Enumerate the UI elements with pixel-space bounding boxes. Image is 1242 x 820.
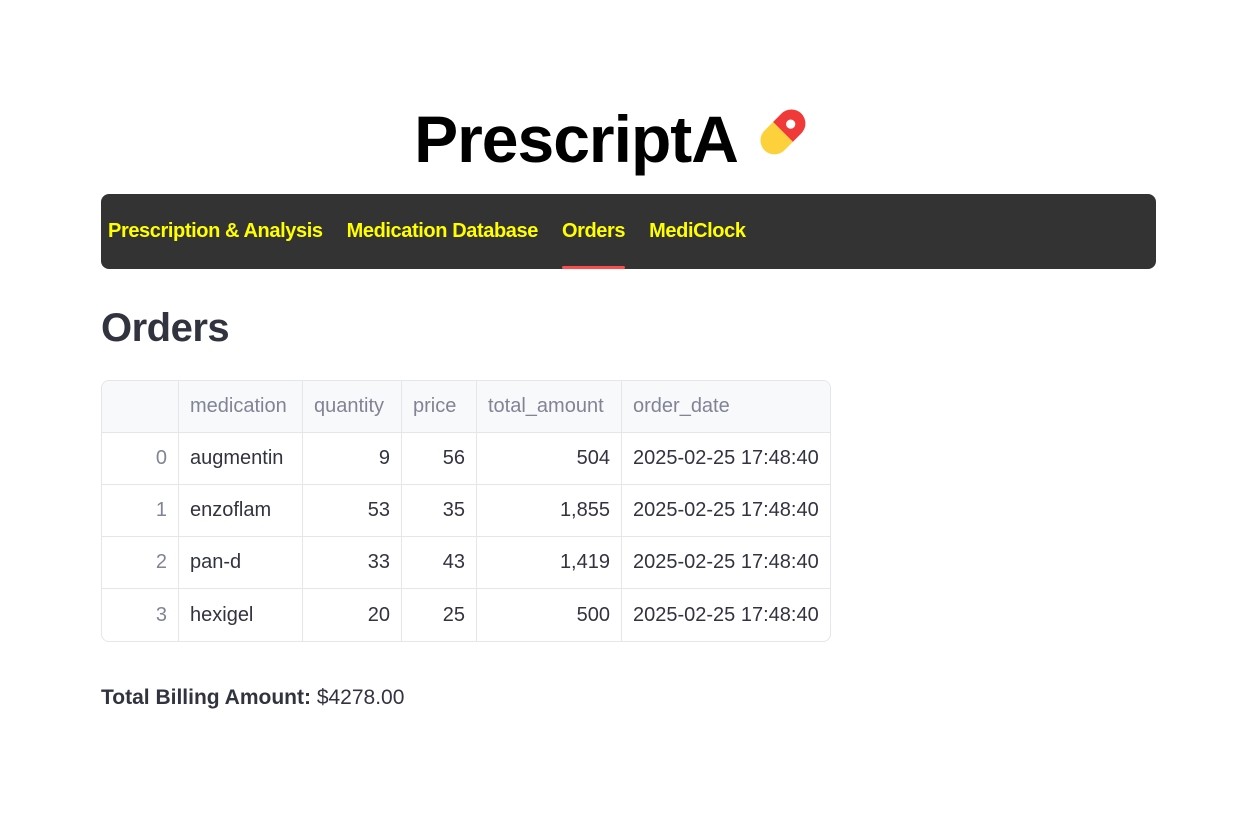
total-amount-cell[interactable]: 1,419 (477, 537, 622, 589)
medication-cell[interactable]: hexigel (179, 589, 303, 641)
total-amount-cell[interactable]: 1,855 (477, 485, 622, 537)
billing-summary: Total Billing Amount: $4278.00 (101, 686, 404, 710)
total-amount-cell[interactable]: 500 (477, 589, 622, 641)
tab-label: Medication Database (346, 220, 539, 242)
quantity-cell[interactable]: 53 (303, 485, 402, 537)
table-row: 3 hexigel 20 25 500 2025-02-25 17:48:40 (102, 589, 830, 641)
orders-table[interactable]: medication quantity price total_amount o… (101, 380, 831, 642)
table-header-row: medication quantity price total_amount o… (102, 381, 830, 433)
page-title: Orders (101, 306, 230, 350)
tab-label: Prescription & Analysis (108, 220, 323, 242)
column-header-index[interactable] (102, 381, 179, 433)
price-cell[interactable]: 35 (402, 485, 477, 537)
tab-label: Orders (561, 220, 626, 242)
pill-icon (752, 101, 828, 177)
column-header-price[interactable]: price (402, 381, 477, 433)
medication-cell[interactable]: enzoflam (179, 485, 303, 537)
order-date-cell[interactable]: 2025-02-25 17:48:40 (622, 537, 830, 589)
billing-value: $4278.00 (316, 686, 405, 709)
row-index-cell[interactable]: 0 (102, 433, 179, 485)
column-header-medication[interactable]: medication (179, 381, 303, 433)
tab-label: MediClock (649, 220, 746, 242)
navbar: Prescription & Analysis Medication Datab… (101, 194, 1156, 269)
quantity-cell[interactable]: 20 (303, 589, 402, 641)
medication-cell[interactable]: augmentin (179, 433, 303, 485)
table-row: 2 pan-d 33 43 1,419 2025-02-25 17:48:40 (102, 537, 830, 589)
tab-medication-database[interactable]: Medication Database (346, 194, 539, 269)
order-date-cell[interactable]: 2025-02-25 17:48:40 (622, 433, 830, 485)
order-date-cell[interactable]: 2025-02-25 17:48:40 (622, 485, 830, 537)
price-cell[interactable]: 25 (402, 589, 477, 641)
total-amount-cell[interactable]: 504 (477, 433, 622, 485)
quantity-cell[interactable]: 33 (303, 537, 402, 589)
table-row: 1 enzoflam 53 35 1,855 2025-02-25 17:48:… (102, 485, 830, 537)
order-date-cell[interactable]: 2025-02-25 17:48:40 (622, 589, 830, 641)
app-title: PrescriptA (414, 102, 739, 176)
row-index-cell[interactable]: 3 (102, 589, 179, 641)
column-header-quantity[interactable]: quantity (303, 381, 402, 433)
price-cell[interactable]: 43 (402, 537, 477, 589)
table-row: 0 augmentin 9 56 504 2025-02-25 17:48:40 (102, 433, 830, 485)
tab-mediclock[interactable]: MediClock (649, 194, 746, 269)
medication-cell[interactable]: pan-d (179, 537, 303, 589)
row-index-cell[interactable]: 2 (102, 537, 179, 589)
tab-orders[interactable]: Orders (561, 194, 626, 269)
tab-prescription-analysis[interactable]: Prescription & Analysis (108, 194, 323, 269)
price-cell[interactable]: 56 (402, 433, 477, 485)
column-header-total-amount[interactable]: total_amount (477, 381, 622, 433)
quantity-cell[interactable]: 9 (303, 433, 402, 485)
app-header: PrescriptA (0, 96, 1242, 182)
column-header-order-date[interactable]: order_date (622, 381, 830, 433)
row-index-cell[interactable]: 1 (102, 485, 179, 537)
billing-label: Total Billing Amount: (101, 686, 311, 709)
